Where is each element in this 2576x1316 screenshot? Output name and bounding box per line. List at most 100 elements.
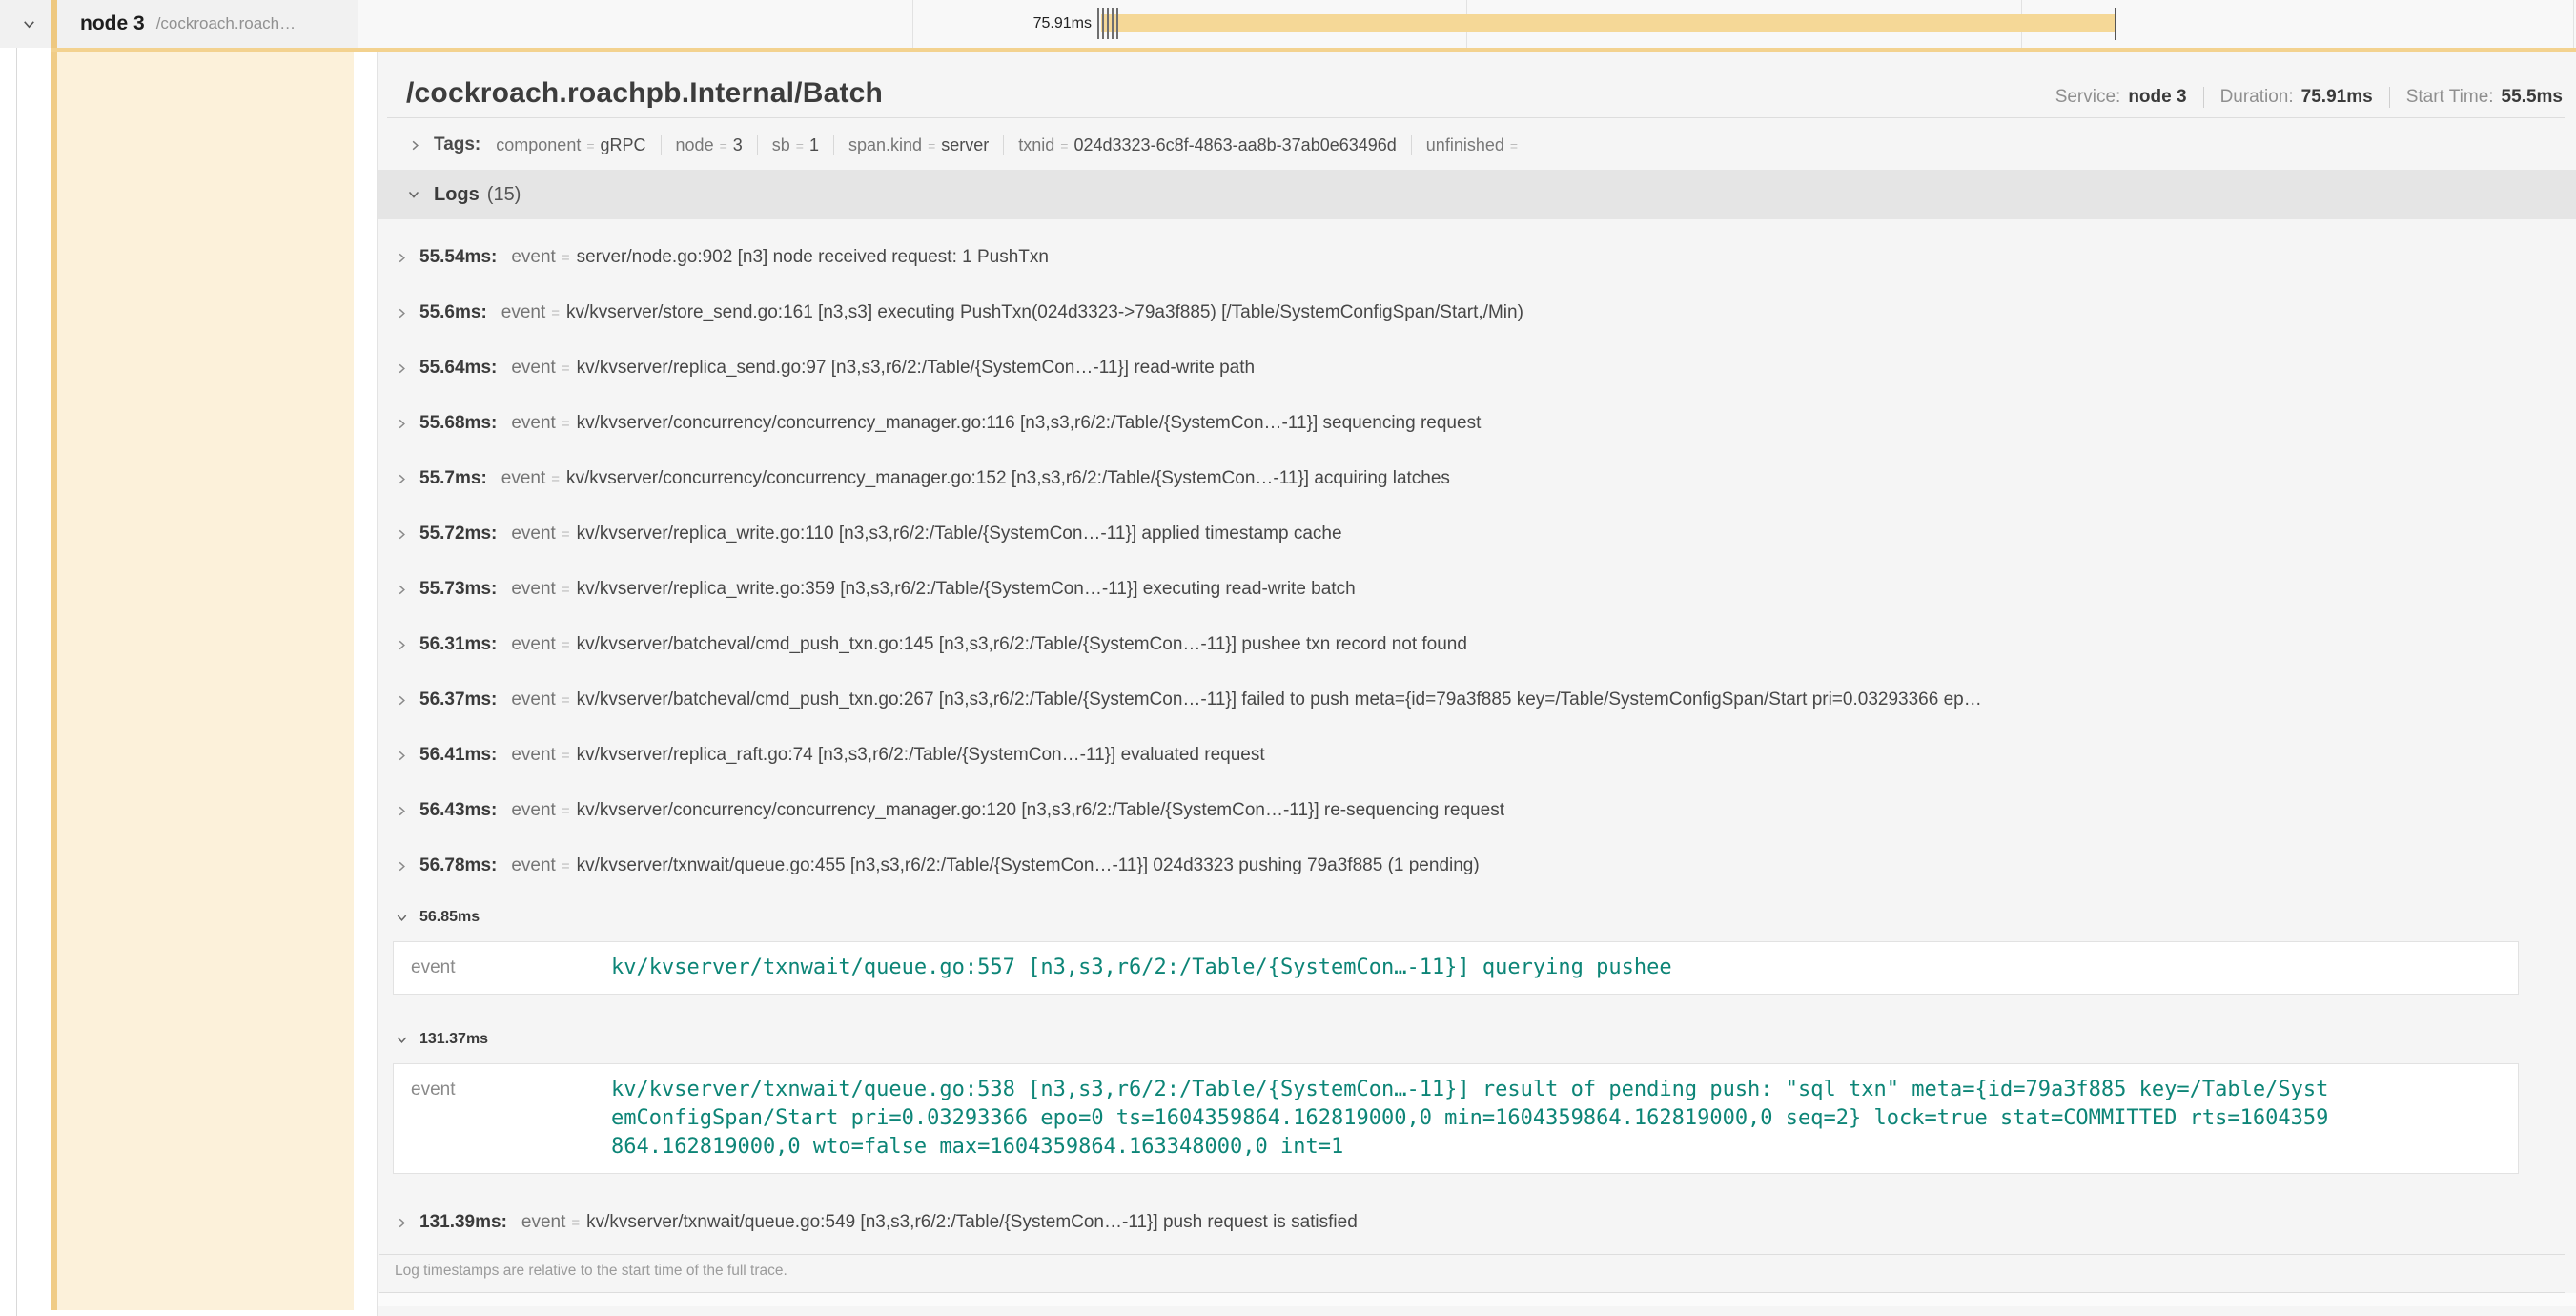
- equals-sign: =: [562, 526, 570, 543]
- span-timeline-cell[interactable]: 75.91ms: [358, 0, 2576, 48]
- tag-key: sb: [772, 135, 790, 155]
- log-entry-row[interactable]: 55.7ms: event = kv/kvserver/concurrency/…: [391, 451, 2565, 506]
- logs-section-header[interactable]: Logs (15): [378, 170, 2576, 219]
- equals-sign: =: [562, 360, 570, 377]
- tags-section[interactable]: Tags: component = gRPC node = 3 sb = 1 s…: [378, 118, 2576, 170]
- chevron-right-icon[interactable]: [395, 472, 409, 486]
- log-field-value: kv/kvserver/batcheval/cmd_push_txn.go:14…: [577, 634, 1467, 655]
- log-timestamp: 55.72ms:: [419, 524, 497, 545]
- chevron-right-icon[interactable]: [395, 251, 409, 265]
- chevron-right-icon[interactable]: [395, 1216, 409, 1230]
- log-field-value: kv/kvserver/replica_raft.go:74 [n3,s3,r6…: [577, 745, 1265, 766]
- log-timestamp: 56.43ms:: [419, 800, 497, 821]
- timeline-gridline: [2573, 0, 2574, 48]
- log-entry-row[interactable]: 56.31ms: event = kv/kvserver/batcheval/c…: [391, 617, 2565, 672]
- detail-title-row: /cockroach.roachpb.Internal/Batch Servic…: [378, 52, 2576, 110]
- tag-value: 1: [809, 135, 819, 155]
- log-timestamp: 55.6ms:: [419, 302, 487, 323]
- log-timestamp: 56.41ms:: [419, 745, 497, 766]
- log-entry-row[interactable]: 56.43ms: event = kv/kvserver/concurrency…: [391, 783, 2565, 838]
- tag-item: txnid = 024d3323-6c8f-4863-aa8b-37ab0e63…: [1003, 135, 1397, 155]
- tag-item: sb = 1: [757, 135, 819, 155]
- equals-sign: =: [562, 858, 570, 874]
- chevron-right-icon[interactable]: [395, 804, 409, 818]
- chevron-right-icon[interactable]: [395, 306, 409, 320]
- tag-value: server: [941, 135, 989, 155]
- tag-key: txnid: [1018, 135, 1054, 155]
- tag-key: span.kind: [848, 135, 922, 155]
- chevron-down-icon[interactable]: [395, 911, 409, 925]
- page-left-divider: [16, 0, 17, 1316]
- log-entry-row[interactable]: 131.39ms: event = kv/kvserver/txnwait/qu…: [391, 1195, 2565, 1250]
- log-entry-row[interactable]: 55.6ms: event = kv/kvserver/store_send.g…: [391, 285, 2565, 340]
- span-name-cell[interactable]: node 3 /cockroach.roach…: [0, 0, 358, 48]
- log-entry-row[interactable]: 55.73ms: event = kv/kvserver/replica_wri…: [391, 562, 2565, 617]
- tag-item: node = 3: [661, 135, 743, 155]
- chevron-down-icon[interactable]: [21, 16, 37, 32]
- log-field-key: event: [411, 954, 611, 982]
- log-field-value: kv/kvserver/txnwait/queue.go:455 [n3,s3,…: [577, 855, 1480, 876]
- chevron-down-icon[interactable]: [395, 1033, 409, 1047]
- chevron-right-icon[interactable]: [395, 859, 409, 874]
- log-field-key: event: [511, 855, 555, 876]
- equals-sign: =: [562, 416, 570, 432]
- equals-sign: =: [1510, 138, 1518, 154]
- log-field-value: kv/kvserver/store_send.go:161 [n3,s3] ex…: [566, 302, 1523, 323]
- overview-start-time: Start Time: 55.5ms: [2389, 87, 2563, 108]
- equals-sign: =: [796, 138, 804, 154]
- span-overview: Service: node 3 Duration: 75.91ms Start …: [2055, 87, 2563, 108]
- log-field-key: event: [511, 745, 555, 766]
- log-field-key: event: [511, 634, 555, 655]
- log-entry-row[interactable]: 56.78ms: event = kv/kvserver/txnwait/que…: [391, 838, 2565, 894]
- log-field-value: kv/kvserver/replica_write.go:359 [n3,s3,…: [577, 579, 1356, 600]
- span-color-stripe: [51, 0, 57, 48]
- chevron-right-icon[interactable]: [395, 638, 409, 652]
- chevron-right-icon[interactable]: [395, 361, 409, 376]
- log-field-key: event: [511, 579, 555, 600]
- overview-duration: Duration: 75.91ms: [2203, 87, 2373, 108]
- log-field-value: kv/kvserver/replica_write.go:110 [n3,s3,…: [577, 524, 1342, 545]
- log-timestamp: 55.68ms:: [419, 413, 497, 434]
- equals-sign: =: [586, 138, 594, 154]
- chevron-right-icon[interactable]: [395, 417, 409, 431]
- chevron-down-icon[interactable]: [406, 187, 421, 202]
- span-name-text: node 3 /cockroach.roach…: [80, 0, 355, 48]
- equals-sign: =: [562, 582, 570, 598]
- log-entry-header[interactable]: 56.85ms: [391, 894, 2565, 941]
- log-timestamp: 56.78ms:: [419, 855, 497, 876]
- log-entry-row[interactable]: 55.54ms: event = server/node.go:902 [n3]…: [391, 230, 2565, 285]
- log-field-key: event: [511, 524, 555, 545]
- tag-value: gRPC: [601, 135, 646, 155]
- log-timestamp: 55.7ms:: [419, 468, 487, 489]
- log-field-value: kv/kvserver/replica_send.go:97 [n3,s3,r6…: [577, 358, 1255, 379]
- tag-key: component: [496, 135, 581, 155]
- panel-bottom-spacer: [378, 1293, 2576, 1306]
- tag-item: component = gRPC: [496, 135, 645, 155]
- span-duration-bar[interactable]: [1101, 14, 2116, 32]
- log-entry-row[interactable]: 55.72ms: event = kv/kvserver/replica_wri…: [391, 506, 2565, 562]
- log-entry-row[interactable]: 56.41ms: event = kv/kvserver/replica_raf…: [391, 728, 2565, 783]
- log-field-key: event: [511, 358, 555, 379]
- span-duration-label: 75.91ms: [968, 0, 1092, 48]
- chevron-right-icon[interactable]: [395, 527, 409, 542]
- chevron-right-icon[interactable]: [395, 583, 409, 597]
- log-entry-row[interactable]: 55.68ms: event = kv/kvserver/concurrency…: [391, 396, 2565, 451]
- log-entry-header[interactable]: 131.37ms: [391, 1016, 2565, 1063]
- log-field-value: kv/kvserver/txnwait/queue.go:549 [n3,s3,…: [586, 1212, 1358, 1233]
- log-field-key: event: [511, 413, 555, 434]
- operation-name: /cockroach.roach…: [156, 14, 296, 33]
- equals-sign: =: [1060, 138, 1068, 154]
- equals-sign: =: [720, 138, 727, 154]
- log-entry-row[interactable]: 56.37ms: event = kv/kvserver/batcheval/c…: [391, 672, 2565, 728]
- equals-sign: =: [571, 1215, 580, 1231]
- log-timestamp: 55.54ms:: [419, 247, 497, 268]
- chevron-right-icon[interactable]: [395, 749, 409, 763]
- chevron-right-icon[interactable]: [408, 138, 422, 153]
- chevron-right-icon[interactable]: [395, 693, 409, 708]
- tag-value: 024d3323-6c8f-4863-aa8b-37ab0e63496d: [1073, 135, 1396, 155]
- log-timestamp: 131.39ms:: [419, 1212, 507, 1233]
- log-entry-row[interactable]: 55.64ms: event = kv/kvserver/replica_sen…: [391, 340, 2565, 396]
- logs-title: Logs: [434, 184, 480, 206]
- equals-sign: =: [562, 637, 570, 653]
- log-timestamp: 56.31ms:: [419, 634, 497, 655]
